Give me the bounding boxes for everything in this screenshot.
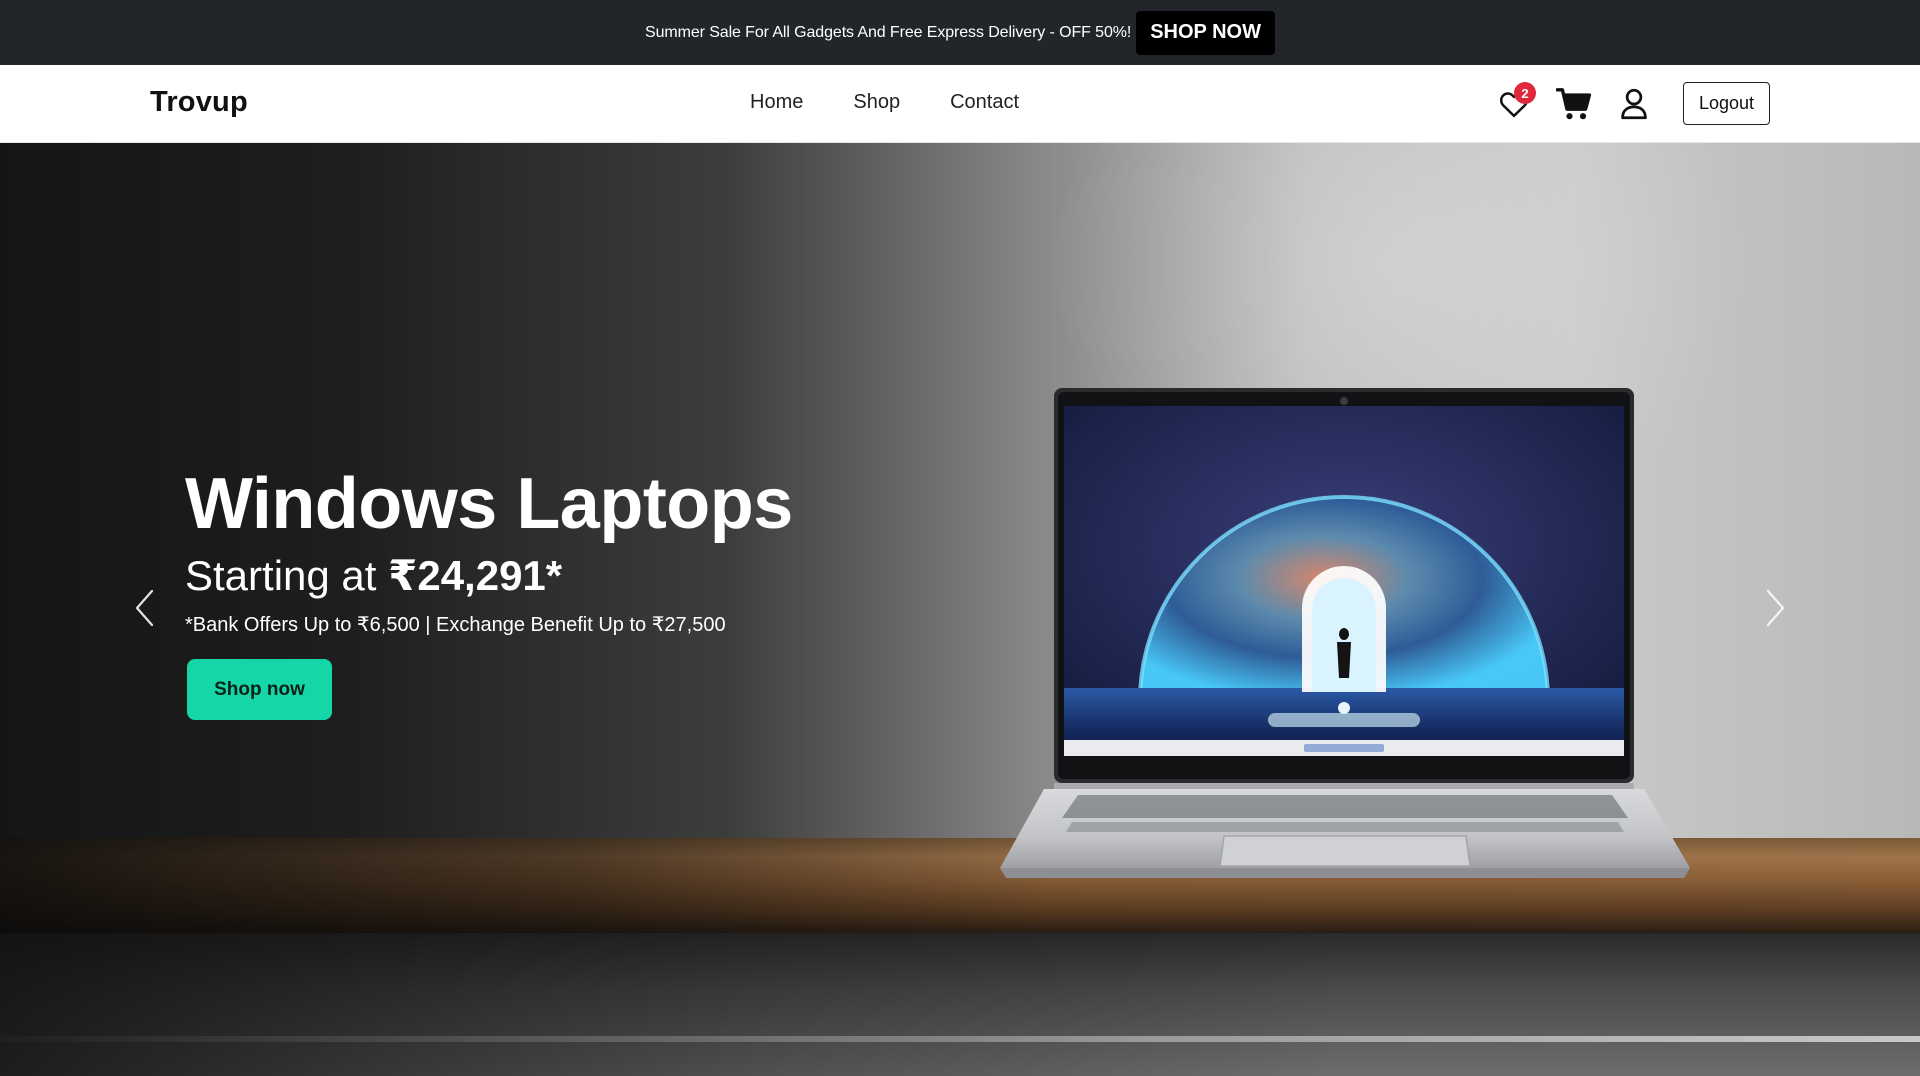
- wishlist-button[interactable]: 2: [1494, 82, 1536, 124]
- carousel-prev-button[interactable]: [124, 583, 164, 633]
- cart-button[interactable]: [1554, 84, 1594, 124]
- hero-subtitle-prefix: Starting at: [185, 552, 389, 599]
- announcement-bar: Summer Sale For All Gadgets And Free Exp…: [0, 0, 1920, 65]
- cart-icon: [1556, 88, 1592, 120]
- laptop-image: [1000, 388, 1690, 878]
- announcement-shop-now-button[interactable]: SHOP NOW: [1136, 10, 1275, 55]
- hero-price: ₹24,291*: [388, 552, 563, 599]
- user-icon: [1621, 88, 1647, 120]
- brand-logo[interactable]: Trovup: [150, 86, 248, 119]
- account-button[interactable]: [1614, 84, 1654, 124]
- nav-icons: 2: [1494, 79, 1654, 129]
- hero-title: Windows Laptops: [185, 464, 793, 544]
- logout-button[interactable]: Logout: [1683, 82, 1770, 125]
- hero-subtitle: Starting at ₹24,291*: [185, 551, 562, 600]
- hero-carousel: Windows Laptops Starting at ₹24,291* *Ba…: [0, 143, 1920, 1076]
- nav-links: Home Shop Contact: [750, 91, 1019, 114]
- nav-link-home[interactable]: Home: [750, 91, 803, 114]
- nav-link-shop[interactable]: Shop: [853, 91, 900, 114]
- wishlist-count-badge: 2: [1514, 82, 1536, 104]
- carousel-next-button[interactable]: [1756, 583, 1796, 633]
- hero-shop-now-button[interactable]: Shop now: [187, 659, 332, 720]
- chevron-right-icon: [1766, 589, 1785, 627]
- floor-shadow: [0, 933, 1920, 1076]
- navbar: Trovup Home Shop Contact 2 Logout: [0, 65, 1920, 143]
- hero-offer-text: *Bank Offers Up to ₹6,500 | Exchange Ben…: [185, 614, 726, 636]
- chevron-left-icon: [135, 589, 154, 627]
- nav-link-contact[interactable]: Contact: [950, 91, 1019, 114]
- floor-edge: [0, 1036, 1920, 1042]
- announcement-text: Summer Sale For All Gadgets And Free Exp…: [645, 23, 1132, 41]
